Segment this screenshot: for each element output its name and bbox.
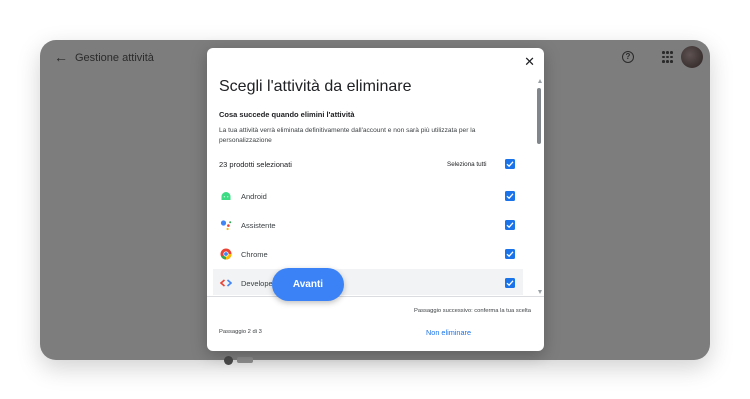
background-item-label	[237, 357, 253, 363]
product-checkbox-android[interactable]	[505, 191, 515, 201]
scroll-down-arrow-icon[interactable]	[538, 290, 542, 294]
next-step-hint: Passaggio successivo: conferma la tua sc…	[414, 308, 531, 314]
product-label: Chrome	[241, 250, 268, 259]
next-button[interactable]: Avanti	[272, 268, 344, 301]
product-row-developers[interactable]: Developers	[213, 269, 523, 295]
checkmark-icon	[506, 280, 514, 287]
background-list-item-peek	[224, 355, 254, 365]
checkmark-icon	[506, 193, 514, 200]
section-heading: Cosa succede quando elimini l'attività	[219, 110, 355, 119]
product-checkbox-developers[interactable]	[505, 278, 515, 288]
product-row-assistente[interactable]: Assistente	[213, 211, 523, 239]
step-indicator: Passaggio 2 di 3	[219, 329, 262, 335]
screen: ← Gestione attività ? ✕ Scegli l'attivit…	[0, 0, 750, 399]
chrome-icon	[220, 248, 232, 260]
background-item-icon	[224, 356, 233, 365]
delete-activity-dialog: ✕ Scegli l'attività da eliminare Cosa su…	[207, 48, 544, 351]
selected-count-label: 23 prodotti selezionati	[219, 160, 292, 169]
checkmark-icon	[506, 251, 514, 258]
scroll-up-arrow-icon[interactable]	[538, 79, 542, 83]
select-all-label[interactable]: Seleziona tutti	[447, 161, 487, 168]
avatar[interactable]	[681, 46, 703, 68]
developers-icon	[220, 279, 232, 287]
assistant-icon	[220, 220, 232, 231]
product-row-chrome[interactable]: Chrome	[213, 240, 523, 268]
footer-divider	[207, 296, 544, 297]
product-row-android[interactable]: Android	[213, 182, 523, 210]
close-icon[interactable]: ✕	[524, 55, 535, 69]
select-all-checkbox[interactable]	[505, 159, 515, 169]
arrow-left-icon[interactable]: ←	[54, 49, 68, 65]
dialog-scroll-content[interactable]: Cosa succede quando elimini l'attività L…	[207, 108, 544, 295]
cancel-button[interactable]: Non eliminare	[426, 328, 471, 337]
android-icon	[221, 192, 231, 200]
scrollbar-thumb[interactable]	[537, 88, 541, 144]
checkmark-icon	[506, 222, 514, 229]
checkmark-icon	[506, 161, 514, 168]
product-checkbox-chrome[interactable]	[505, 249, 515, 259]
section-description: La tua attività verrà eliminata definiti…	[219, 127, 476, 144]
background-page-title: Gestione attività	[75, 52, 154, 64]
product-checkbox-assistente[interactable]	[505, 220, 515, 230]
dialog-title: Scegli l'attività da eliminare	[219, 78, 412, 95]
apps-grid-icon[interactable]	[662, 51, 674, 63]
product-label: Android	[241, 192, 267, 201]
product-label: Assistente	[241, 221, 276, 230]
help-circle-icon[interactable]: ?	[622, 51, 634, 63]
